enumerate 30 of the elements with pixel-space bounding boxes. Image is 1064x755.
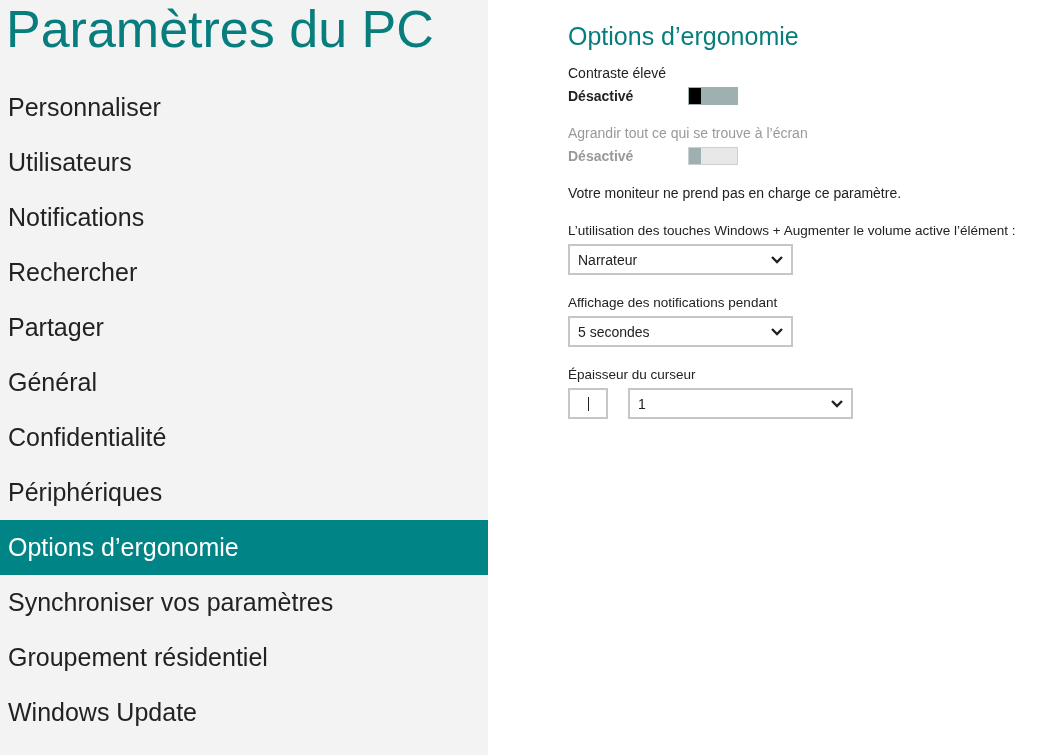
page-title: Paramètres du PC [5, 0, 435, 60]
section-title: Options d’ergonomie [568, 22, 800, 51]
sidebar-item[interactable]: Notifications [0, 190, 488, 245]
sidebar-item[interactable]: Windows Update [0, 685, 488, 740]
toggle-state: Désactivé [568, 148, 635, 164]
sidebar-item[interactable]: Rechercher [0, 245, 488, 300]
dropdown-label: Épaisseur du curseur [568, 367, 697, 382]
chevron-down-icon [771, 255, 783, 264]
sidebar-item[interactable]: Groupement résidentiel [0, 630, 488, 685]
sidebar-item[interactable]: Périphériques [0, 465, 488, 520]
chevron-down-icon [831, 399, 843, 408]
dropdown-label: L’utilisation des touches Windows + Augmenter le volume active l’élément : [568, 223, 1017, 238]
toggle-label: Agrandir tout ce qui se trouve à l’écran [568, 125, 809, 141]
sidebar-item[interactable]: Utilisateurs [0, 135, 488, 190]
dropdown-label: Affichage des notifications pendant [568, 295, 779, 310]
sidebar-item[interactable]: Confidentialité [0, 410, 488, 465]
dropdown[interactable]: 5 secondes [568, 316, 793, 347]
dropdown[interactable]: 1 [628, 388, 853, 419]
dropdown[interactable]: Narrateur [568, 244, 793, 275]
cursor-preview [568, 388, 608, 419]
info-text: Votre moniteur ne prend pas en charge ce paramètre. [568, 185, 903, 201]
sidebar-item[interactable]: Options d’ergonomie [0, 520, 488, 575]
sidebar-item[interactable]: Synchroniser vos paramètres [0, 575, 488, 630]
sidebar-item[interactable]: Général [0, 355, 488, 410]
sidebar-item[interactable]: Partager [0, 300, 488, 355]
toggle-label: Contraste élevé [568, 65, 668, 81]
toggle-switch[interactable] [688, 87, 738, 105]
toggle-state: Désactivé [568, 88, 635, 104]
chevron-down-icon [771, 327, 783, 336]
sidebar-item[interactable]: Personnaliser [0, 80, 488, 135]
